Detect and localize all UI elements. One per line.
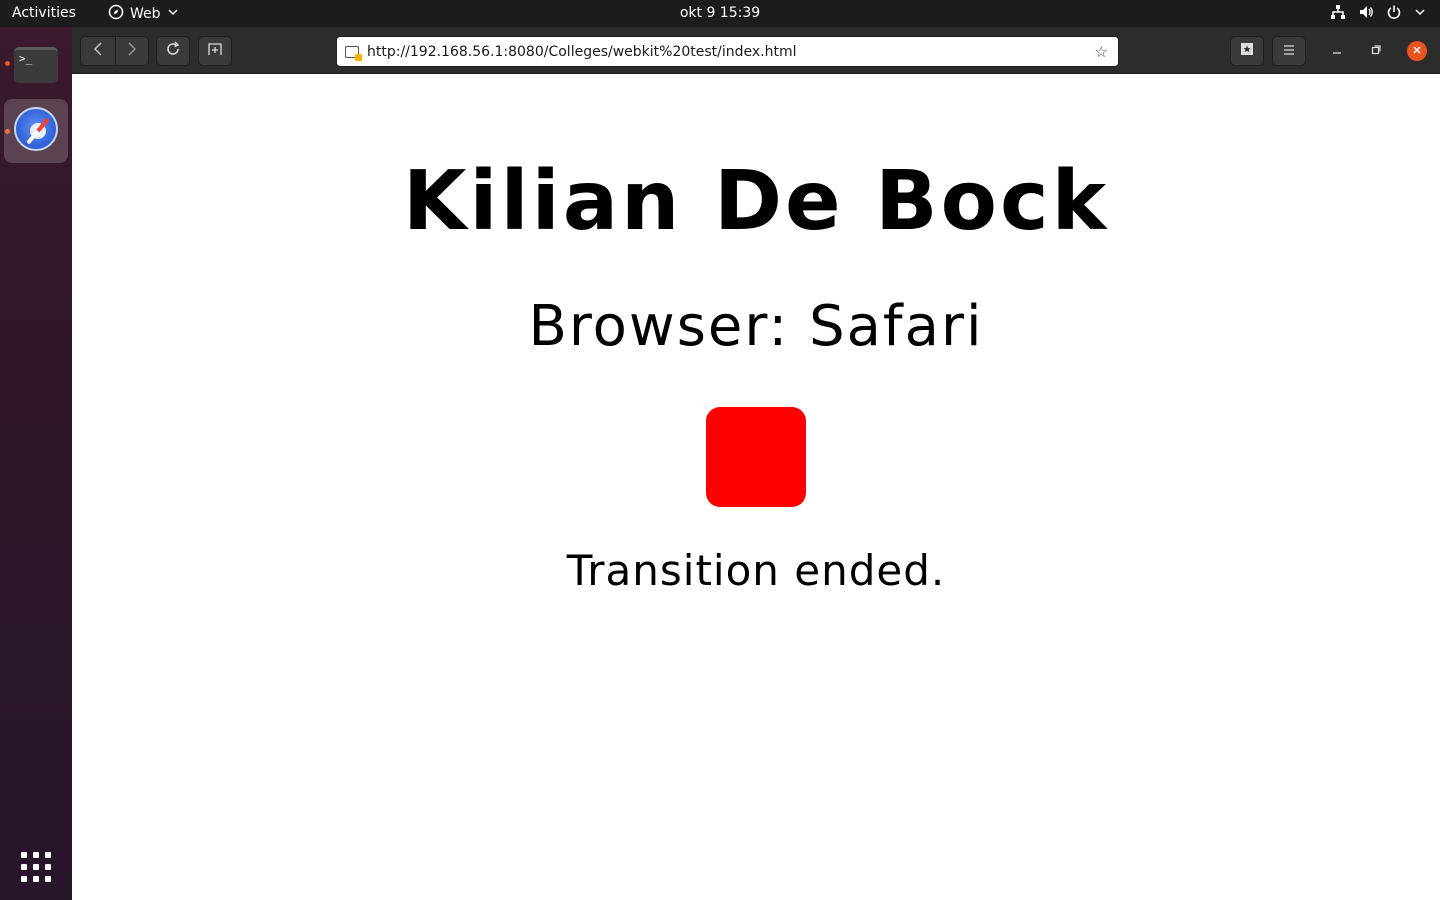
transition-status: Transition ended. (566, 546, 946, 595)
maximize-button[interactable] (1366, 41, 1386, 61)
terminal-icon: >_ (14, 47, 58, 83)
compass-icon (108, 4, 124, 24)
power-icon (1386, 4, 1402, 24)
clock[interactable]: okt 9 15:39 (680, 5, 760, 21)
new-tab-button[interactable] (198, 36, 232, 66)
bookmark-star-icon[interactable]: ☆ (1095, 43, 1108, 61)
transition-box (706, 407, 806, 507)
address-bar[interactable]: http://192.168.56.1:8080/Colleges/webkit… (336, 36, 1119, 67)
web-browser-icon (14, 107, 58, 151)
terminal-prompt: >_ (19, 52, 33, 65)
minimize-icon (1332, 43, 1342, 59)
dock-item-terminal[interactable]: >_ (4, 31, 68, 95)
close-icon (1412, 44, 1422, 58)
network-icon (1330, 4, 1346, 24)
new-tab-icon (207, 41, 223, 61)
forward-icon (127, 42, 137, 60)
minimize-button[interactable] (1327, 41, 1347, 61)
chevron-down-icon (1414, 6, 1426, 22)
system-tray[interactable] (1330, 4, 1426, 24)
main-menu-button[interactable] (1272, 36, 1306, 66)
back-button[interactable] (80, 36, 116, 66)
web-page: Kilian De Bock Browser: Safari Transitio… (72, 74, 1440, 900)
browser-headerbar: http://192.168.56.1:8080/Colleges/webkit… (72, 27, 1440, 74)
app-menu-label: Web (130, 6, 161, 22)
dock: >_ (0, 27, 72, 900)
bookmarks-button[interactable] (1230, 36, 1264, 66)
close-button[interactable] (1407, 41, 1427, 61)
chevron-down-icon (167, 6, 179, 22)
show-apps-icon[interactable] (21, 852, 51, 882)
browser-label: Browser: Safari (528, 294, 984, 359)
app-menu[interactable]: Web (108, 4, 179, 24)
maximize-icon (1371, 43, 1381, 59)
reload-button[interactable] (156, 36, 190, 66)
bookmarks-icon (1239, 41, 1255, 61)
forward-button[interactable] (115, 36, 149, 66)
volume-icon (1358, 4, 1374, 24)
reload-icon (165, 41, 181, 61)
site-info-icon[interactable] (345, 45, 362, 61)
hamburger-menu-icon (1282, 42, 1296, 60)
address-bar-url[interactable]: http://192.168.56.1:8080/Colleges/webkit… (367, 44, 1095, 60)
top-bar: Activities Web okt 9 15:39 (0, 0, 1440, 27)
page-title: Kilian De Bock (402, 154, 1110, 249)
back-icon (93, 42, 103, 60)
dock-item-web-browser[interactable] (4, 99, 68, 163)
activities-button[interactable]: Activities (12, 5, 76, 21)
